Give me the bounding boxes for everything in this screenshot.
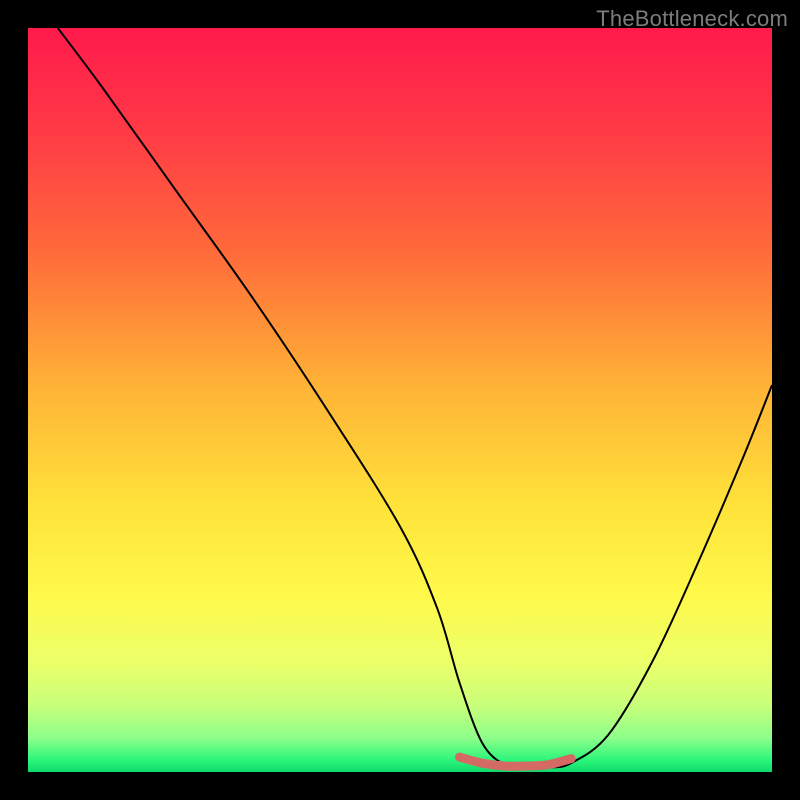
bottleneck-chart — [0, 0, 800, 800]
watermark-text: TheBottleneck.com — [596, 6, 788, 32]
chart-container: TheBottleneck.com — [0, 0, 800, 800]
